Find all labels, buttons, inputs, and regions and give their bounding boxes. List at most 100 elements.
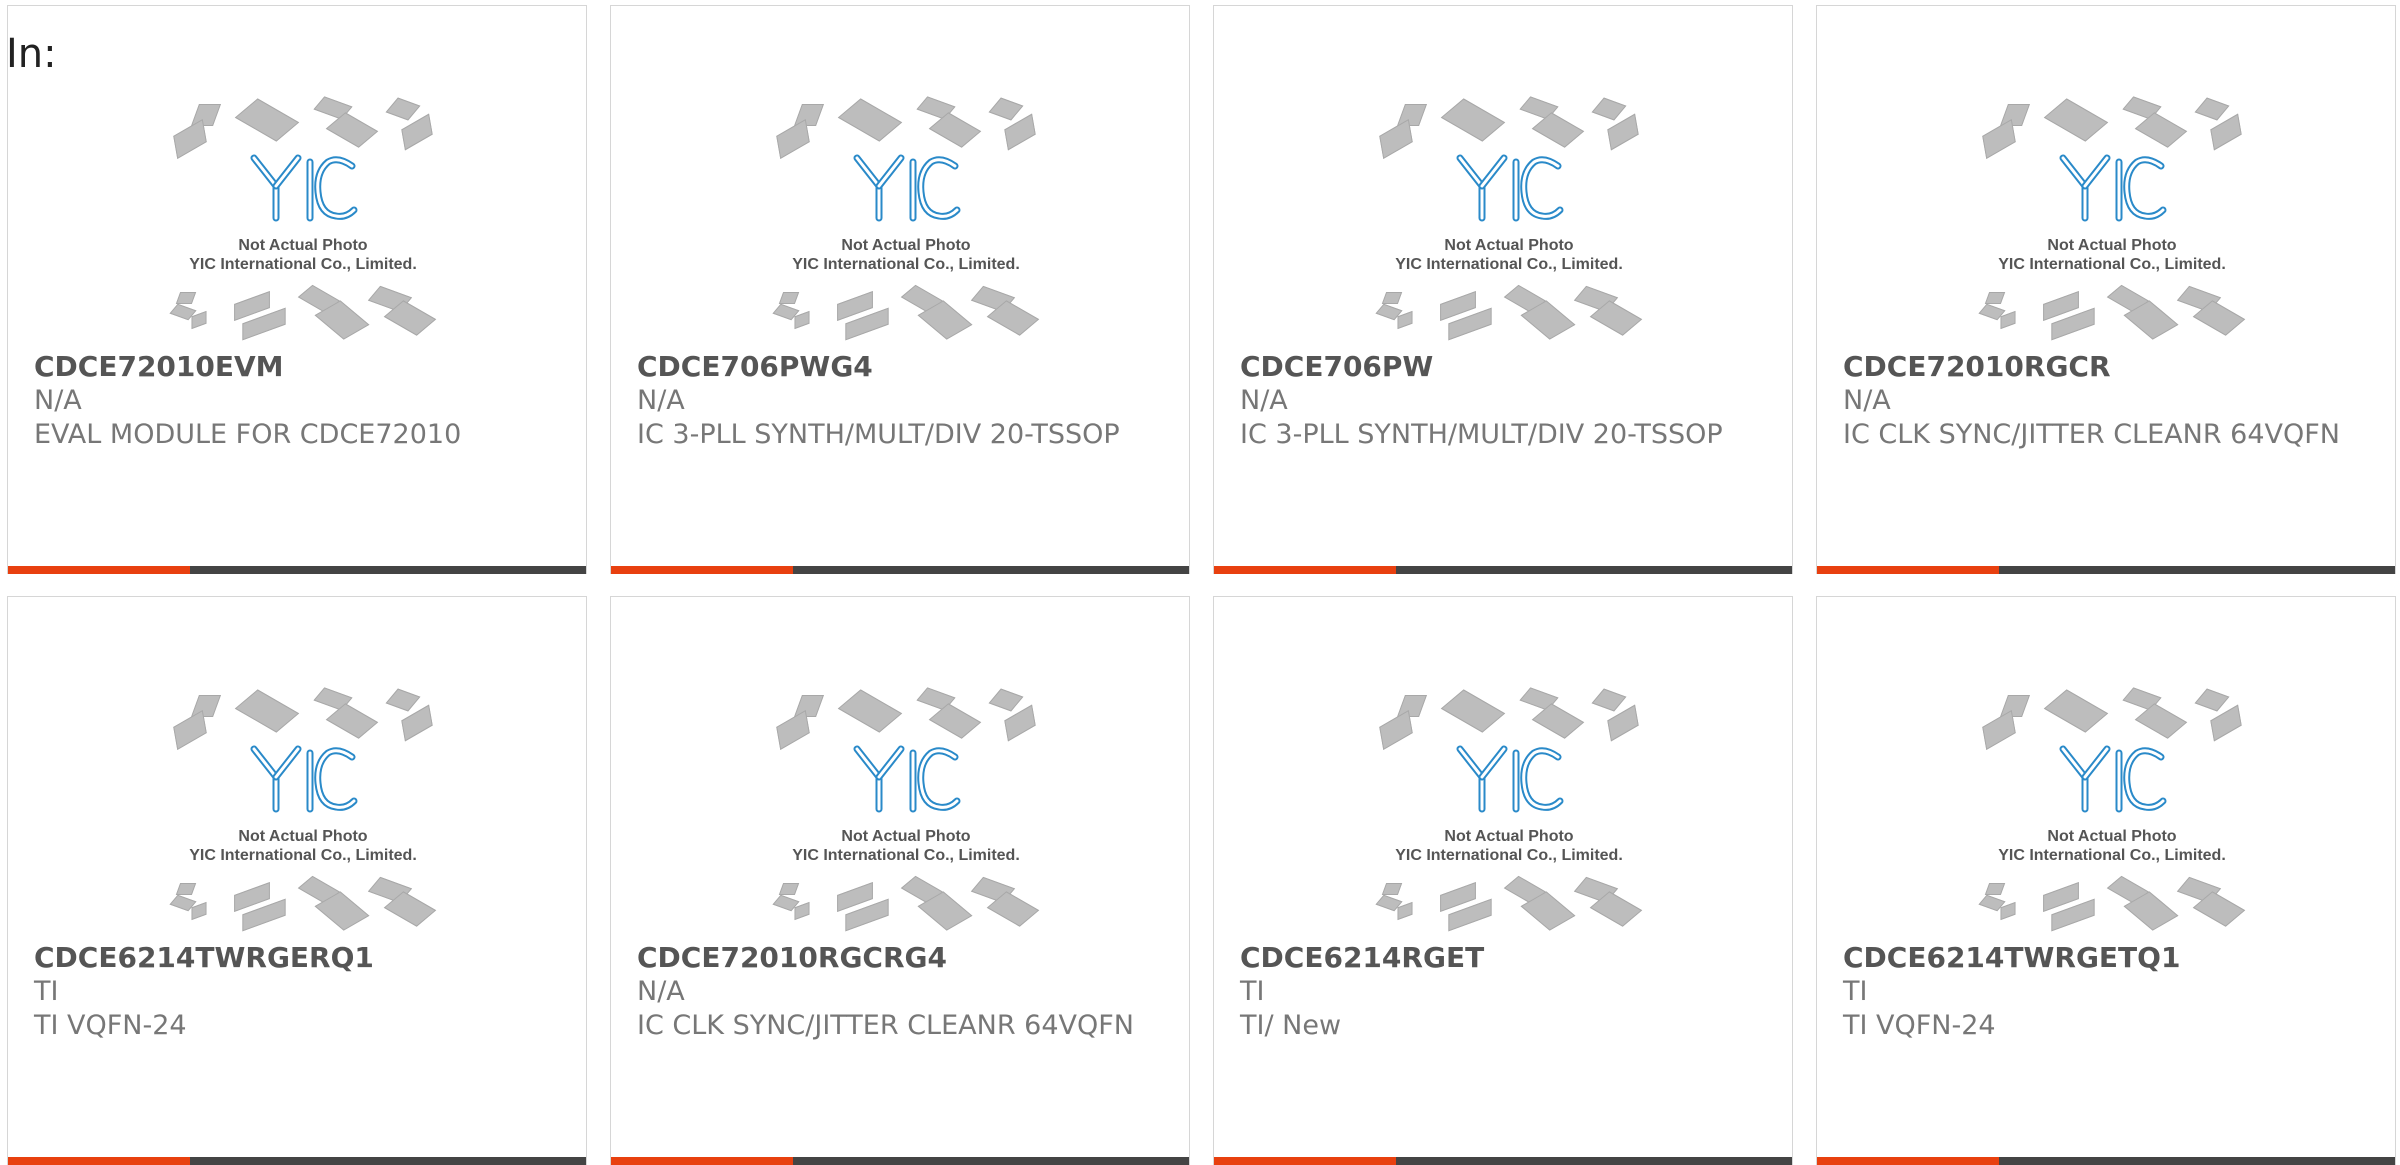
product-placeholder-photo: Not Actual Photo YIC International Co., L… [1972, 96, 2252, 341]
description: IC 3-PLL SYNTH/MULT/DIV 20-TSSOP [1240, 419, 1723, 450]
chip-illustration-bottom [772, 284, 1040, 341]
description: IC CLK SYNC/JITTER CLEANR 64VQFN [637, 1010, 1134, 1041]
product-card[interactable]: Not Actual Photo YIC International Co., L… [1213, 596, 1793, 1165]
chip-shape [1982, 118, 2016, 160]
part-number[interactable]: CDCE706PWG4 [637, 350, 1157, 384]
chip-shape [1591, 688, 1627, 712]
description: TI VQFN-24 [1843, 1010, 1996, 1041]
product-card[interactable]: Not Actual Photo YIC International Co., L… [1816, 5, 2396, 574]
product-placeholder-photo: Not Actual Photo YIC International Co., L… [163, 96, 443, 341]
card-bottom-bar [611, 566, 1189, 574]
part-number[interactable]: CDCE6214TWRGETQ1 [1843, 941, 2363, 975]
chip-illustration-bottom [1978, 284, 2246, 341]
chip-shape [173, 118, 207, 160]
chip-shape [234, 689, 300, 733]
card-accent [611, 566, 793, 574]
part-number[interactable]: CDCE72010RGCR [1843, 350, 2363, 384]
card-accent [1214, 566, 1396, 574]
yic-logo-icon [250, 154, 358, 222]
chip-shape [2043, 689, 2109, 733]
product-info: CDCE72010RGCRG4 N/A IC CLK SYNC/JITTER C… [637, 941, 1157, 1043]
photo-caption-line2: YIC International Co., Limited. [792, 847, 1020, 864]
chip-illustration-bottom [1375, 284, 1643, 341]
chip-illustration-top [173, 687, 433, 751]
description: TI VQFN-24 [34, 1010, 187, 1041]
chip-shape [837, 98, 903, 142]
yic-logo-icon [1456, 745, 1564, 813]
card-accent [8, 1157, 190, 1165]
card-accent [611, 1157, 793, 1165]
chip-illustration-top [776, 687, 1036, 751]
chip-shape [1381, 292, 1403, 304]
part-number[interactable]: CDCE6214RGET [1240, 941, 1760, 975]
part-number[interactable]: CDCE72010RGCRG4 [637, 941, 1157, 975]
product-card[interactable]: Not Actual Photo YIC International Co., L… [7, 5, 587, 574]
chip-shape [1984, 883, 2006, 895]
chip-shape [928, 112, 982, 148]
manufacturer: N/A [1240, 385, 1288, 416]
product-card[interactable]: Not Actual Photo YIC International Co., L… [1213, 5, 1793, 574]
chip-shape [928, 703, 982, 739]
product-placeholder-photo: Not Actual Photo YIC International Co., L… [1972, 687, 2252, 932]
photo-caption-line2: YIC International Co., Limited. [189, 256, 417, 273]
photo-caption-line1: Not Actual Photo [2047, 237, 2177, 254]
manufacturer: N/A [1843, 385, 1891, 416]
chip-shape [778, 883, 800, 895]
chip-shape [1440, 98, 1506, 142]
chip-shape [1984, 292, 2006, 304]
product-info: CDCE6214TWRGERQ1 TI TI VQFN-24 [34, 941, 554, 1043]
chip-shape [173, 709, 207, 751]
card-accent [1817, 1157, 1999, 1165]
yic-logo-icon [853, 745, 961, 813]
manufacturer: TI [34, 976, 59, 1007]
photo-caption-line2: YIC International Co., Limited. [792, 256, 1020, 273]
part-number[interactable]: CDCE6214TWRGERQ1 [34, 941, 554, 975]
description: EVAL MODULE FOR CDCE72010 [34, 419, 462, 450]
manufacturer: N/A [637, 976, 685, 1007]
chip-illustration-bottom [1978, 875, 2246, 932]
photo-caption-line1: Not Actual Photo [841, 828, 971, 845]
description: TI/ New [1240, 1010, 1342, 1041]
chip-shape [988, 97, 1024, 121]
chip-shape [2134, 112, 2188, 148]
description: IC 3-PLL SYNTH/MULT/DIV 20-TSSOP [637, 419, 1120, 450]
product-placeholder-photo: Not Actual Photo YIC International Co., L… [766, 96, 1046, 341]
product-placeholder-photo: Not Actual Photo YIC International Co., L… [1369, 96, 1649, 341]
product-placeholder-photo: Not Actual Photo YIC International Co., L… [163, 687, 443, 932]
card-accent [8, 566, 190, 574]
product-card[interactable]: Not Actual Photo YIC International Co., L… [610, 5, 1190, 574]
chip-shape [2194, 97, 2230, 121]
photo-caption-line1: Not Actual Photo [238, 828, 368, 845]
part-number[interactable]: CDCE706PW [1240, 350, 1760, 384]
photo-caption-line2: YIC International Co., Limited. [189, 847, 417, 864]
product-info: CDCE72010RGCR N/A IC CLK SYNC/JITTER CLE… [1843, 350, 2363, 452]
chip-illustration-top [776, 96, 1036, 160]
card-bottom-bar [611, 1157, 1189, 1165]
product-grid: Not Actual Photo YIC International Co., L… [7, 5, 2400, 1165]
card-bottom-bar [1817, 566, 2395, 574]
photo-caption-line2: YIC International Co., Limited. [1395, 847, 1623, 864]
manufacturer: TI [1240, 976, 1265, 1007]
yic-logo-icon [853, 154, 961, 222]
card-accent [1817, 566, 1999, 574]
chip-illustration-top [1982, 687, 2242, 751]
chip-shape [776, 709, 810, 751]
product-card[interactable]: Not Actual Photo YIC International Co., L… [7, 596, 587, 1165]
chip-illustration-bottom [1375, 875, 1643, 932]
product-info: CDCE72010EVM N/A EVAL MODULE FOR CDCE720… [34, 350, 554, 452]
product-card[interactable]: Not Actual Photo YIC International Co., L… [610, 596, 1190, 1165]
chip-shape [1379, 118, 1413, 160]
yic-logo-icon [2059, 154, 2167, 222]
chip-shape [175, 292, 197, 304]
part-number[interactable]: CDCE72010EVM [34, 350, 554, 384]
chip-shape [1591, 97, 1627, 121]
chip-shape [1379, 709, 1413, 751]
manufacturer: N/A [34, 385, 82, 416]
product-info: CDCE6214RGET TI TI/ New [1240, 941, 1760, 1043]
chip-shape [837, 689, 903, 733]
manufacturer: N/A [637, 385, 685, 416]
card-bottom-bar [1214, 566, 1792, 574]
product-card[interactable]: Not Actual Photo YIC International Co., L… [1816, 596, 2396, 1165]
chip-shape [1982, 709, 2016, 751]
photo-caption-line2: YIC International Co., Limited. [1395, 256, 1623, 273]
